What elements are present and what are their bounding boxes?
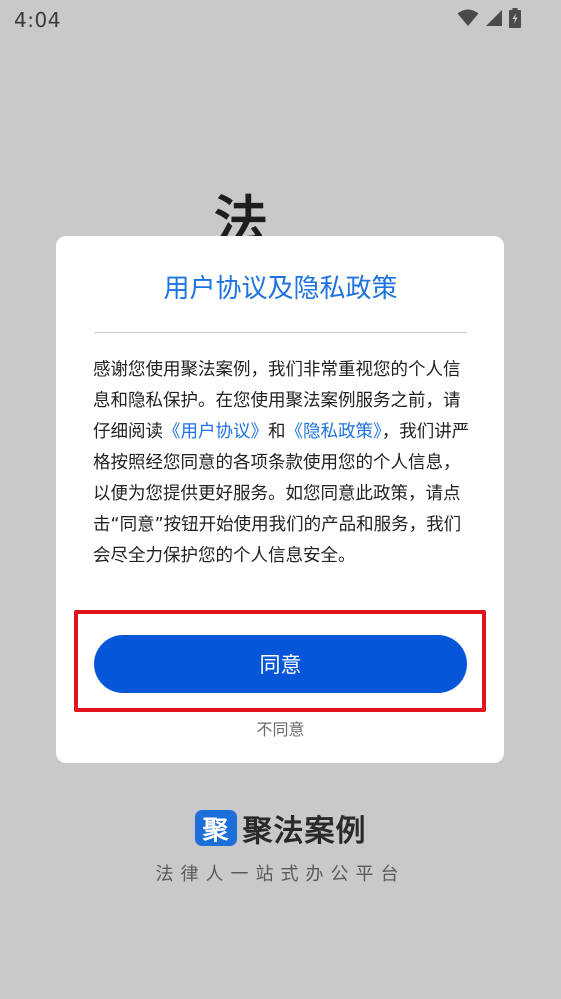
agree-button[interactable]: 同意 [94,635,467,693]
privacy-policy-link[interactable]: 《隐私政策》 [286,422,382,442]
wifi-icon [457,9,479,27]
dialog-divider [94,332,467,333]
body-text-part2: ，我们讲严格按照经您同意的各项条款使用您的个人信息，以便为您提供更好服务。如您同… [93,422,470,566]
brand-slogan: 法律人一站式办公平台 [155,864,406,885]
brand: 聚 聚法案例 [0,806,561,850]
brand-logo: 聚 [194,810,237,846]
body-text-and: 和 [268,422,286,442]
disagree-button[interactable]: 不同意 [0,716,561,740]
battery-charging-icon [509,8,521,28]
user-agreement-link[interactable]: 《用户协议》 [163,422,268,442]
dialog-body-text: 感谢您使用聚法案例，我们非常重视您的个人信息和隐私保护。在您使用聚法案例服务之前… [93,355,471,572]
brand-name: 聚法案例 [242,814,367,849]
signal-icon [485,9,503,27]
status-bar: 4:04 [0,0,561,40]
status-time: 4:04 [14,8,61,32]
dialog-title: 用户协议及隐私政策 [163,274,398,304]
status-icons [457,8,521,28]
